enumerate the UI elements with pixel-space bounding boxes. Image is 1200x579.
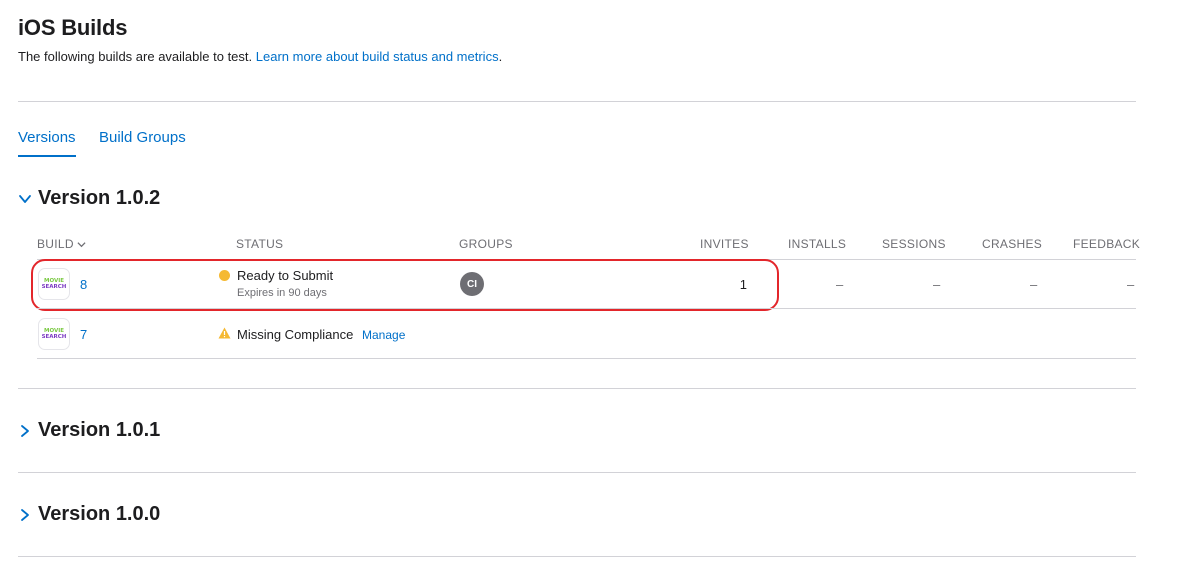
active-tab-indicator — [18, 155, 76, 157]
installs-value: – — [836, 277, 844, 292]
subtitle-text: The following builds are available to te… — [18, 49, 253, 64]
column-header-build-label: BUILD — [37, 237, 74, 251]
chevron-down-icon — [19, 194, 31, 203]
version-header-1-0-2[interactable]: Version 1.0.2 — [18, 187, 160, 210]
warning-triangle-icon — [218, 327, 231, 339]
table-bottom-divider — [37, 358, 1136, 359]
column-header-crashes: CRASHES — [982, 237, 1043, 251]
column-header-groups: GROUPS — [459, 237, 513, 251]
sessions-value: – — [933, 277, 941, 292]
build-number-link[interactable]: 7 — [80, 327, 87, 342]
version-header-1-0-1[interactable]: Version 1.0.1 — [18, 419, 160, 442]
header-divider — [18, 101, 1136, 102]
table-row-divider — [37, 308, 1136, 309]
app-icon-text-line2: SEARCH — [41, 334, 67, 340]
crashes-value: – — [1030, 277, 1038, 292]
version-divider — [18, 556, 1136, 557]
chevron-right-icon — [21, 508, 29, 521]
page-subtitle: The following builds are available to te… — [18, 49, 502, 64]
learn-more-link[interactable]: Learn more about build status and metric… — [256, 49, 499, 64]
column-header-status: STATUS — [236, 237, 284, 251]
column-header-feedback: FEEDBACK — [1073, 237, 1141, 251]
subtitle-period: . — [498, 49, 503, 64]
column-header-installs: INSTALLS — [788, 237, 847, 251]
chevron-right-icon — [21, 424, 29, 437]
feedback-value: – — [1127, 277, 1135, 292]
version-title: Version 1.0.2 — [38, 187, 161, 209]
manage-compliance-link[interactable]: Manage — [362, 328, 405, 342]
version-header-1-0-0[interactable]: Version 1.0.0 — [18, 503, 160, 526]
column-header-invites: INVITES — [700, 237, 749, 251]
column-header-build[interactable]: BUILD — [37, 237, 86, 251]
version-divider — [18, 472, 1136, 473]
app-icon: MOVIE SEARCH — [38, 318, 70, 350]
status-text: Missing Compliance — [237, 327, 354, 342]
version-divider — [18, 388, 1136, 389]
tab-build-groups[interactable]: Build Groups — [99, 129, 186, 146]
page-title: iOS Builds — [18, 15, 128, 40]
column-header-sessions: SESSIONS — [882, 237, 946, 251]
version-title: Version 1.0.0 — [38, 503, 161, 525]
highlight-annotation — [31, 259, 779, 311]
version-title: Version 1.0.1 — [38, 419, 161, 441]
tab-versions[interactable]: Versions — [18, 129, 76, 146]
sort-chevron-down-icon — [77, 241, 86, 247]
